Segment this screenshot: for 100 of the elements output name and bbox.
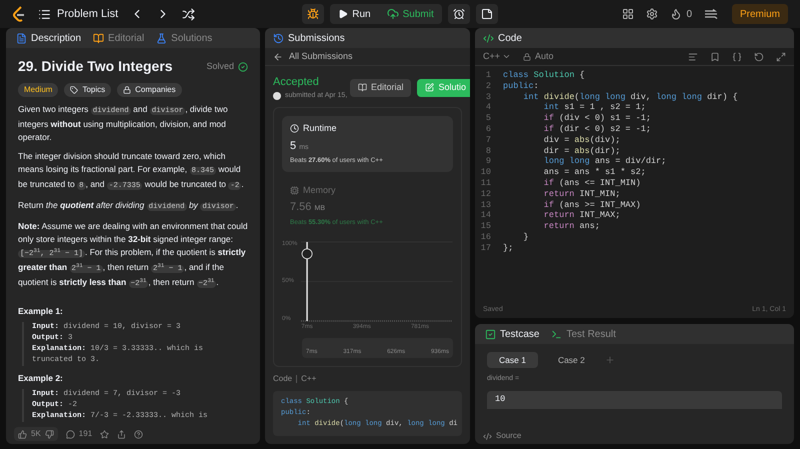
code-line: int s1 = 1 , s2 = 1;: [542, 102, 646, 114]
comment-icon: [66, 430, 75, 438]
expand-icon[interactable]: [776, 52, 786, 62]
code-line: long long ans = div/dir;: [542, 156, 666, 168]
editorial-icon: [93, 32, 104, 44]
play-icon: [338, 9, 348, 19]
code-line: ans = ans * s1 * s2;: [542, 167, 646, 178]
example-title: Example 2:: [18, 372, 64, 384]
upload-icon: [386, 8, 399, 20]
chip-icon: [290, 186, 299, 195]
comments-button[interactable]: 191: [66, 428, 92, 440]
reset-icon[interactable]: [754, 52, 764, 62]
code-line: class Solution {: [503, 70, 585, 81]
code-icon: [483, 432, 492, 440]
value-field[interactable]: 10: [487, 390, 782, 408]
case-tab[interactable]: Case 1: [487, 352, 538, 368]
line-number: 4: [484, 102, 492, 114]
shuffle-icon[interactable]: [182, 8, 196, 20]
check-icon: [238, 62, 248, 72]
panel-tab[interactable]: Solutions: [150, 30, 218, 46]
panel-tab[interactable]: Submissions: [273, 30, 345, 46]
caret-icon: [502, 52, 512, 61]
tag-icon: [70, 86, 78, 94]
clock-icon: [290, 124, 299, 134]
code-line: int divide(long long div, long long dir) {: [522, 92, 738, 102]
line-number: 10: [480, 167, 492, 178]
tag-button[interactable]: Companies: [117, 83, 182, 97]
line-number: 11: [480, 178, 492, 189]
code-label: Code: [273, 372, 292, 384]
list-icon: [38, 8, 51, 20]
arrows-icon[interactable]: [704, 9, 720, 19]
run-button[interactable]: Run: [330, 4, 379, 24]
bug-icon: [307, 8, 320, 20]
debug-button[interactable]: [302, 4, 324, 24]
tag-button[interactable]: Topics: [64, 83, 112, 97]
layout-icon[interactable]: [622, 8, 634, 20]
line-number: 15: [480, 221, 492, 232]
panel-tab[interactable]: Description: [10, 30, 88, 46]
difficulty-badge: Medium: [18, 83, 58, 97]
source-button[interactable]: Source: [475, 428, 794, 444]
editorial-button[interactable]: Editorial: [350, 78, 412, 96]
line-number: 9: [484, 156, 492, 168]
auto-mode: Auto: [523, 50, 554, 64]
submit-button[interactable]: Submit: [378, 4, 442, 24]
star-icon[interactable]: [100, 430, 110, 438]
lock-icon: [123, 86, 132, 94]
code-line: };: [503, 242, 514, 254]
line-number: 2: [484, 80, 492, 92]
line-number: 7: [484, 134, 492, 146]
code-line: public:: [503, 80, 539, 92]
line-number: 6: [484, 124, 492, 135]
line-number: 12: [480, 188, 492, 200]
line-number: 1: [484, 70, 492, 81]
avatar: [273, 92, 281, 100]
code-line: div = abs(div);: [542, 134, 620, 146]
code-icon: [483, 32, 494, 44]
line-number: 14: [480, 210, 492, 222]
line-number: 17: [480, 242, 492, 254]
thumbs-down-icon[interactable]: [44, 430, 54, 438]
panel-tab[interactable]: Testcase: [479, 326, 546, 342]
premium-button[interactable]: Premium: [732, 4, 788, 24]
alarm-icon: [452, 8, 465, 20]
line-number: 16: [480, 232, 492, 243]
testcase-icon: [485, 328, 496, 340]
bookmark-icon[interactable]: [710, 52, 720, 62]
timer-button[interactable]: [448, 4, 470, 24]
line-number: 5: [484, 113, 492, 124]
result-icon: [551, 328, 562, 340]
code-line: if (ans <= INT_MIN): [542, 178, 641, 189]
code-line: if (ans >= INT_MAX): [542, 200, 641, 210]
back-icon: [273, 52, 283, 62]
history-icon: [273, 32, 284, 44]
code-line: return INT_MIN;: [542, 188, 620, 200]
code-line: if (div < 0) s1 = -1;: [542, 113, 651, 124]
description-icon: [16, 32, 27, 44]
metric-label: Runtime: [290, 122, 445, 136]
back-link[interactable]: All Submissions: [265, 48, 470, 66]
language-label: C++: [301, 372, 316, 384]
settings-icon[interactable]: [646, 8, 658, 20]
format-icon[interactable]: [688, 52, 698, 62]
solutions-icon: [156, 32, 168, 44]
language-dropdown[interactable]: C++: [483, 50, 512, 64]
problem-title: 29. Divide Two Integers: [18, 57, 173, 76]
braces-icon[interactable]: [732, 52, 742, 62]
panel-tab[interactable]: Editorial: [87, 30, 150, 46]
problem-list-button[interactable]: Problem List: [38, 6, 118, 22]
flame-icon[interactable]: [670, 8, 682, 20]
code-line: return ans;: [542, 221, 600, 232]
case-tab[interactable]: Case 2: [546, 352, 597, 368]
code-line: }: [522, 232, 529, 243]
notes-button[interactable]: [476, 4, 498, 24]
panel-tab[interactable]: Code: [483, 30, 522, 46]
share-icon[interactable]: [117, 430, 126, 438]
example-title: Example 1:: [18, 305, 64, 318]
code-line: dir = abs(dir);: [542, 146, 620, 156]
metric-label: Memory: [290, 184, 445, 198]
panel-tab[interactable]: Test Result: [545, 326, 622, 342]
logo-icon[interactable]: [12, 6, 26, 22]
help-icon[interactable]: [134, 430, 144, 438]
code-line: if (dir < 0) s2 = -1;: [542, 124, 651, 135]
